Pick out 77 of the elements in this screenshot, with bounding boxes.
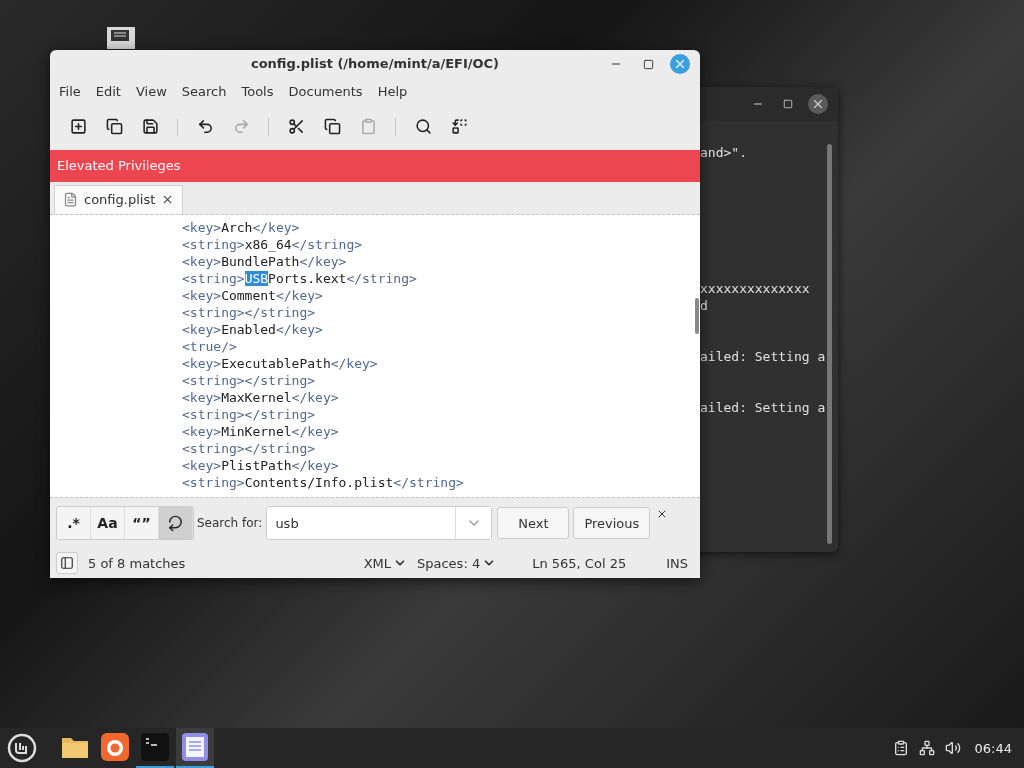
folder-icon (61, 735, 89, 759)
code-line: <key>Enabled</key> (182, 321, 323, 337)
cursor-position: Ln 565, Col 25 (532, 555, 627, 571)
code-line: <key>Comment</key> (182, 287, 323, 303)
code-line: <string></string> (182, 406, 316, 422)
search-option-toggle[interactable]: Aa (91, 507, 125, 540)
terminal-output-line: and>". (700, 145, 747, 160)
insert-mode: INS (666, 555, 688, 571)
side-panel-button[interactable] (56, 552, 78, 575)
match-count: 5 of 8 matches (88, 555, 186, 571)
menu-item[interactable]: View (130, 84, 175, 100)
code-line: <string>Contents/Info.plist</string> (182, 474, 464, 490)
clipboard-icon[interactable] (892, 740, 909, 756)
terminal-icon (141, 733, 169, 761)
terminal-output-line: ailed: Setting a (700, 349, 826, 364)
volume-icon[interactable] (944, 740, 961, 756)
code-line: <key>Arch</key> (182, 219, 300, 235)
browser-icon (101, 733, 129, 761)
tab-width-dropdown[interactable]: Spaces: 4 (417, 555, 497, 571)
scrollbar[interactable] (827, 144, 832, 544)
menu-item[interactable]: Edit (90, 84, 129, 100)
menu-item[interactable]: Documents (283, 84, 371, 100)
clock[interactable]: 06:44 (974, 740, 1012, 756)
find-icon (414, 118, 432, 136)
code-line: <key>MinKernel</key> (182, 423, 339, 439)
side-panel-icon (60, 556, 74, 571)
terminal-output-line: xxxxxxxxxxxxxx (700, 281, 810, 296)
close-icon (673, 57, 687, 71)
menu-item[interactable]: Help (372, 84, 416, 100)
code-line: <key>MaxKernel</key> (182, 389, 339, 405)
new-icon (69, 118, 87, 136)
scrollbar[interactable] (695, 297, 699, 334)
copy-icon (323, 118, 341, 136)
terminal-output-line: ailed: Setting a (700, 400, 826, 415)
taskbar-app-button[interactable] (176, 728, 214, 768)
window-title: config.plist (/home/mint/a/EFI/OC) (250, 56, 500, 72)
search-nav-button[interactable]: Previous (573, 507, 651, 540)
code-editor[interactable] (50, 214, 700, 498)
code-line: <true/> (182, 338, 237, 354)
search-combobox[interactable]: usb (266, 506, 493, 541)
code-line: <string></string> (182, 372, 316, 388)
desktop-monitor-icon[interactable] (107, 27, 135, 49)
network-icon[interactable] (918, 740, 935, 756)
menu-item[interactable]: Tools (236, 84, 282, 100)
replace-icon (450, 118, 468, 136)
banner-text: Elevated Privileges (57, 158, 181, 174)
terminal-output-line: d (700, 298, 708, 313)
code-line: <key>BundlePath</key> (182, 253, 347, 269)
undo-icon (196, 118, 214, 136)
code-line: <string></string> (182, 440, 316, 456)
code-line: <string></string> (182, 304, 316, 320)
cut-icon (287, 118, 305, 136)
redo-icon (232, 118, 250, 136)
code-line: <string>x86_64</string> (182, 236, 363, 252)
language-dropdown[interactable]: XML (363, 555, 407, 571)
maximize-icon (642, 58, 654, 70)
paste-icon (359, 118, 377, 136)
document-tab[interactable]: config.plist (54, 184, 184, 214)
close-button[interactable] (670, 54, 690, 74)
search-field[interactable]: usb (267, 507, 456, 540)
wrap-around-toggle[interactable] (159, 507, 193, 540)
tab-label: config.plist (84, 192, 156, 208)
menu-item[interactable]: File (54, 84, 89, 100)
file-icon (63, 192, 78, 208)
search-option-toggle[interactable]: “” (125, 507, 159, 540)
save-icon (141, 118, 159, 136)
search-nav-button[interactable]: Next (497, 507, 570, 540)
code-line: <string>USBPorts.kext</string> (182, 270, 417, 286)
start-menu-button[interactable] (6, 732, 38, 764)
code-line: <key>PlistPath</key> (182, 457, 339, 473)
wrap-around-icon (167, 514, 184, 532)
search-option-toggle[interactable]: .* (57, 507, 91, 540)
search-label: Search for: (197, 516, 263, 531)
text-editor-icon (182, 733, 208, 761)
close-icon[interactable] (808, 94, 828, 114)
code-line: <key>ExecutablePath</key> (182, 355, 378, 371)
menu-item[interactable]: Search (176, 84, 235, 100)
